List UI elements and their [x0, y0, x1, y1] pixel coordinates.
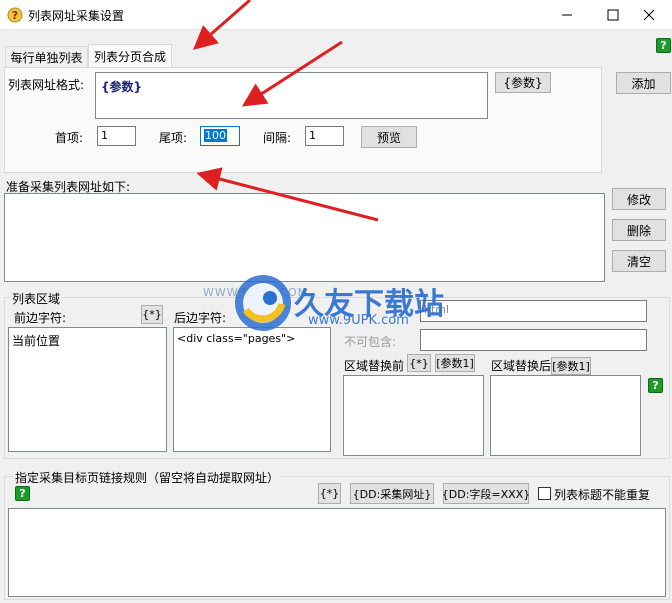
- arrow-to-prepared-list: [196, 167, 379, 222]
- arrow-to-url-format: [241, 40, 343, 107]
- annotation-arrows: [192, 0, 379, 222]
- arrow-to-tab: [192, 0, 251, 50]
